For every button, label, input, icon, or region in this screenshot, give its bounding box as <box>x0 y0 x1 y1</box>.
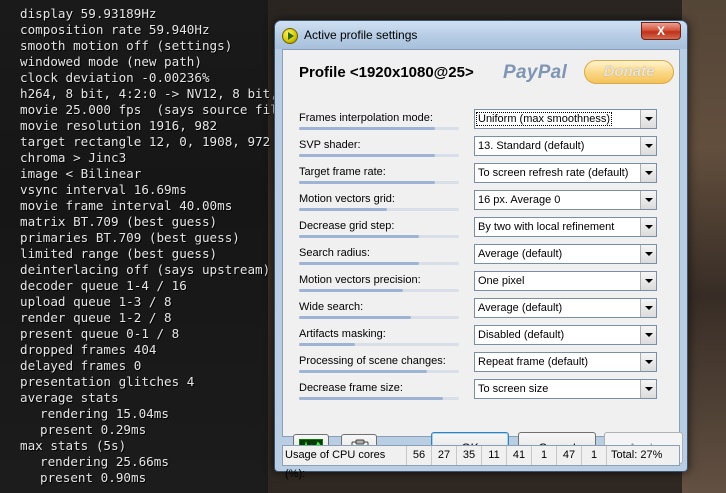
dialog-content: Profile <1920x1080@25> PayPal Donate Fra… <box>282 49 683 464</box>
cpu-core-usage: 41 <box>507 446 532 465</box>
chevron-down-icon[interactable] <box>640 380 656 398</box>
setting-level-bar <box>299 343 459 346</box>
setting-level-bar <box>299 316 459 319</box>
dropdown-value: Average (default) <box>478 302 563 314</box>
setting-dropdown[interactable]: One pixel <box>474 271 657 291</box>
setting-dropdown[interactable]: Average (default) <box>474 244 657 264</box>
setting-row: Search radius: Average (default) <box>299 244 674 274</box>
chevron-down-icon[interactable] <box>640 218 656 236</box>
setting-level-bar <box>299 262 459 265</box>
setting-level-bar <box>299 235 459 238</box>
cpu-total-usage: Total: 27% <box>611 449 663 461</box>
setting-label: SVP shader: <box>299 139 361 151</box>
dropdown-value: Average (default) <box>478 248 563 260</box>
video-frame-right <box>682 0 726 493</box>
setting-dropdown[interactable]: Uniform (max smoothness) <box>474 109 657 129</box>
cpu-core-usage: 47 <box>557 446 582 465</box>
dropdown-value: To screen refresh rate (default) <box>478 167 629 179</box>
setting-level-fill <box>299 397 443 400</box>
dialog-title: Active profile settings <box>304 28 418 42</box>
setting-row: Decrease frame size: To screen size <box>299 379 674 409</box>
setting-dropdown[interactable]: Repeat frame (default) <box>474 352 657 372</box>
dropdown-value: 13. Standard (default) <box>478 140 585 152</box>
chevron-down-icon[interactable] <box>640 272 656 290</box>
setting-label: Frames interpolation mode: <box>299 112 433 124</box>
chevron-down-icon[interactable] <box>640 299 656 317</box>
cpu-core-usage: 27 <box>432 446 457 465</box>
setting-level-fill <box>299 154 435 157</box>
donate-button[interactable]: Donate <box>584 60 674 84</box>
cpu-usage-statusbar: Usage of CPU cores (%): 56 27 35 11 41 1 47 1 To… <box>282 445 680 480</box>
setting-level-fill <box>299 208 387 211</box>
setting-row: Decrease grid step: By two with local ref… <box>299 217 674 247</box>
setting-label: Search radius: <box>299 247 370 259</box>
cpu-core-usage: 1 <box>582 446 607 465</box>
setting-dropdown[interactable]: To screen refresh rate (default) <box>474 163 657 183</box>
setting-level-bar <box>299 289 459 292</box>
setting-level-bar <box>299 127 459 130</box>
chevron-down-icon[interactable] <box>640 191 656 209</box>
chevron-down-icon[interactable] <box>640 110 656 128</box>
setting-level-fill <box>299 316 411 319</box>
paypal-logo: PayPal <box>503 62 568 83</box>
setting-level-fill <box>299 181 435 184</box>
setting-level-bar <box>299 397 459 400</box>
setting-level-bar <box>299 208 459 211</box>
setting-dropdown[interactable]: Disabled (default) <box>474 325 657 345</box>
profile-title: Profile <1920x1080@25> <box>299 64 474 81</box>
setting-row: Artifacts masking: Disabled (default) <box>299 325 674 355</box>
setting-label: Motion vectors grid: <box>299 193 395 205</box>
cpu-core-usage: 1 <box>532 446 557 465</box>
dropdown-value: Uniform (max smoothness) <box>475 112 613 126</box>
cpu-core-usage: 56 <box>407 446 432 465</box>
chevron-down-icon[interactable] <box>640 326 656 344</box>
setting-row: Frames interpolation mode: Uniform (max s… <box>299 109 674 139</box>
setting-level-fill <box>299 343 355 346</box>
setting-label: Target frame rate: <box>299 166 386 178</box>
setting-dropdown[interactable]: 16 px. Average 0 <box>474 190 657 210</box>
setting-level-fill <box>299 262 419 265</box>
setting-label: Motion vectors precision: <box>299 274 421 286</box>
chevron-down-icon[interactable] <box>640 245 656 263</box>
setting-dropdown[interactable]: By two with local refinement <box>474 217 657 237</box>
setting-label: Decrease frame size: <box>299 382 403 394</box>
setting-row: Target frame rate: To screen refresh rate… <box>299 163 674 193</box>
setting-level-fill <box>299 370 427 373</box>
dropdown-value: One pixel <box>478 275 525 287</box>
close-button[interactable]: X <box>641 22 681 40</box>
dropdown-value: Repeat frame (default) <box>478 356 589 368</box>
svp-app-icon <box>282 28 298 44</box>
chevron-down-icon[interactable] <box>640 164 656 182</box>
setting-level-fill <box>299 235 419 238</box>
setting-level-bar <box>299 154 459 157</box>
dropdown-value: 16 px. Average 0 <box>478 194 561 206</box>
cpu-core-usage: 11 <box>482 446 507 465</box>
setting-row: Processing of scene changes: Repeat frame… <box>299 352 674 382</box>
dropdown-value: Disabled (default) <box>478 329 565 341</box>
cpu-usage-label: Usage of CPU cores (%): <box>283 446 407 480</box>
setting-dropdown[interactable]: Average (default) <box>474 298 657 318</box>
chevron-down-icon[interactable] <box>640 137 656 155</box>
setting-row: Motion vectors precision: One pixel <box>299 271 674 301</box>
cpu-core-usage: 35 <box>457 446 482 465</box>
active-profile-dialog: Active profile settings X Profile <1920x… <box>274 20 688 480</box>
setting-level-bar <box>299 181 459 184</box>
setting-label: Artifacts masking: <box>299 328 386 340</box>
stats-line: present 0.90ms <box>40 470 147 485</box>
setting-row: Motion vectors grid: 16 px. Average 0 <box>299 190 674 220</box>
setting-dropdown[interactable]: 13. Standard (default) <box>474 136 657 156</box>
dialog-titlebar[interactable]: Active profile settings X <box>275 21 687 49</box>
setting-level-fill <box>299 127 435 130</box>
setting-label: Wide search: <box>299 301 364 313</box>
setting-row: Wide search: Average (default) <box>299 298 674 328</box>
dropdown-value: By two with local refinement <box>478 221 615 233</box>
setting-dropdown[interactable]: To screen size <box>474 379 657 399</box>
setting-row: SVP shader: 13. Standard (default) <box>299 136 674 166</box>
setting-label: Processing of scene changes: <box>299 355 446 367</box>
dropdown-value: To screen size <box>478 383 549 395</box>
setting-level-bar <box>299 370 459 373</box>
chevron-down-icon[interactable] <box>640 353 656 371</box>
setting-label: Decrease grid step: <box>299 220 395 232</box>
setting-level-fill <box>299 289 403 292</box>
